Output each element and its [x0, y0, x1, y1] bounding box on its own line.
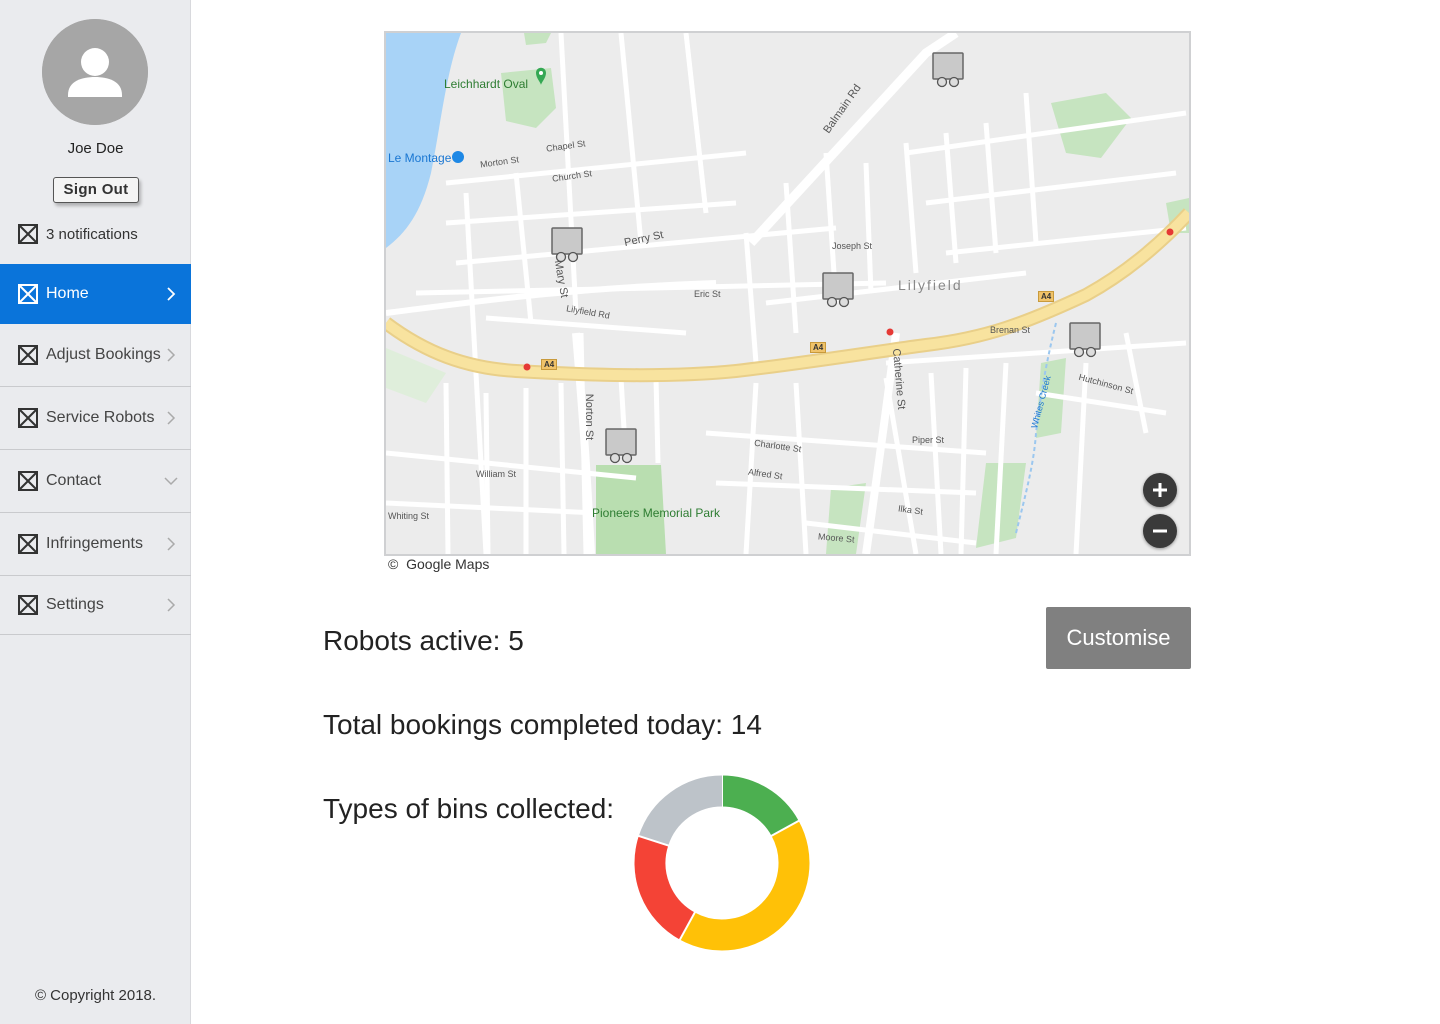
nav-item-label: Service Robots: [46, 409, 155, 426]
copyright-text: © Copyright 2018.: [34, 987, 157, 1004]
robot-marker[interactable]: [604, 427, 638, 465]
map-label-william-st: William St: [476, 469, 516, 479]
nav-item-label: Infringements: [46, 535, 143, 552]
robots-active-stat: Robots active: 5: [323, 625, 524, 656]
nav-item-label: Home: [46, 285, 89, 302]
nav-item-label: Adjust Bookings: [46, 346, 161, 363]
robot-icon: [551, 227, 583, 263]
sidebar-nav: Home Adjust Bookings Service Robots Cont…: [0, 264, 191, 635]
map-credit-symbol: ©: [388, 556, 399, 572]
robot-marker[interactable]: [931, 51, 965, 89]
zoom-out-button[interactable]: [1143, 514, 1177, 548]
user-name: Joe Doe: [67, 140, 124, 157]
robot-marker[interactable]: [821, 271, 855, 309]
chevron-right-icon: [165, 410, 177, 426]
chevron-down-icon: [163, 475, 179, 487]
robot-icon: [1069, 322, 1101, 358]
notifications-label: 3 notifications: [46, 225, 138, 243]
map-label-piper-st: Piper St: [912, 435, 945, 445]
map-label-eric-st: Eric St: [694, 289, 721, 299]
plus-icon: [1153, 483, 1167, 497]
robot-icon: [822, 272, 854, 308]
nav-item-infringements[interactable]: Infringements: [0, 513, 191, 576]
donut-slice-3: [638, 775, 723, 847]
contact-icon: [18, 471, 38, 491]
minus-icon: [1153, 529, 1167, 533]
donut-slice-1: [679, 820, 810, 951]
map-label-pioneers-park: Pioneers Memorial Park: [592, 506, 721, 520]
nav-item-service-robots[interactable]: Service Robots: [0, 387, 191, 450]
donut-slice-2: [634, 835, 696, 940]
adjust-bookings-icon: [18, 345, 38, 365]
sidebar: Joe Doe Sign Out 3 notifications Home Ad…: [0, 0, 191, 1024]
robot-marker[interactable]: [550, 226, 584, 264]
map-label-le-montage: Le Montage: [388, 151, 452, 165]
notification-icon: [18, 224, 38, 244]
robot-marker[interactable]: [1068, 321, 1102, 359]
sign-out-button[interactable]: Sign Out: [53, 177, 139, 203]
robot-icon: [605, 428, 637, 464]
customise-button[interactable]: Customise: [1046, 607, 1191, 669]
donut-slice-0: [721, 775, 799, 837]
chevron-right-icon: [165, 286, 177, 302]
road-shield-a4: A4: [1038, 291, 1055, 302]
zoom-in-button[interactable]: [1143, 473, 1177, 507]
home-icon: [18, 284, 38, 304]
map-label-norton-st: Norton St: [583, 393, 596, 441]
road-shield-a4: A4: [541, 359, 558, 370]
map-label-whiting-st: Whiting St: [388, 511, 430, 521]
bin-types-donut-chart: [632, 773, 812, 953]
robots-map[interactable]: Leichhardt Oval Le Montage Lilyfield Pio…: [384, 31, 1191, 556]
nav-item-home[interactable]: Home: [0, 264, 191, 324]
nav-item-contact[interactable]: Contact: [0, 450, 191, 513]
map-label-lilyfield: Lilyfield: [898, 277, 963, 293]
bookings-completed-stat: Total bookings completed today: 14: [323, 709, 762, 740]
settings-icon: [18, 595, 38, 615]
map-label-leichhardt-oval: Leichhardt Oval: [444, 77, 529, 91]
robot-icon: [932, 52, 964, 88]
notifications-link[interactable]: 3 notifications: [18, 224, 138, 244]
chevron-right-icon: [165, 347, 177, 363]
chevron-right-icon: [165, 597, 177, 613]
road-shield-a4: A4: [810, 342, 827, 353]
map-credit: © Google Maps: [388, 556, 489, 572]
map-credit-label: Google Maps: [406, 556, 490, 572]
user-avatar-icon: [42, 19, 148, 125]
nav-item-settings[interactable]: Settings: [0, 576, 191, 635]
chevron-right-icon: [165, 536, 177, 552]
nav-item-label: Contact: [46, 472, 102, 489]
nav-item-adjust-bookings[interactable]: Adjust Bookings: [0, 324, 191, 387]
nav-item-label: Settings: [46, 596, 104, 613]
infringements-icon: [18, 534, 38, 554]
avatar[interactable]: [42, 19, 148, 125]
service-robots-icon: [18, 408, 38, 428]
bin-types-label: Types of bins collected:: [323, 793, 615, 824]
map-label-brenan-st: Brenan St: [990, 325, 1031, 335]
map-label-joseph-st: Joseph St: [832, 241, 873, 251]
